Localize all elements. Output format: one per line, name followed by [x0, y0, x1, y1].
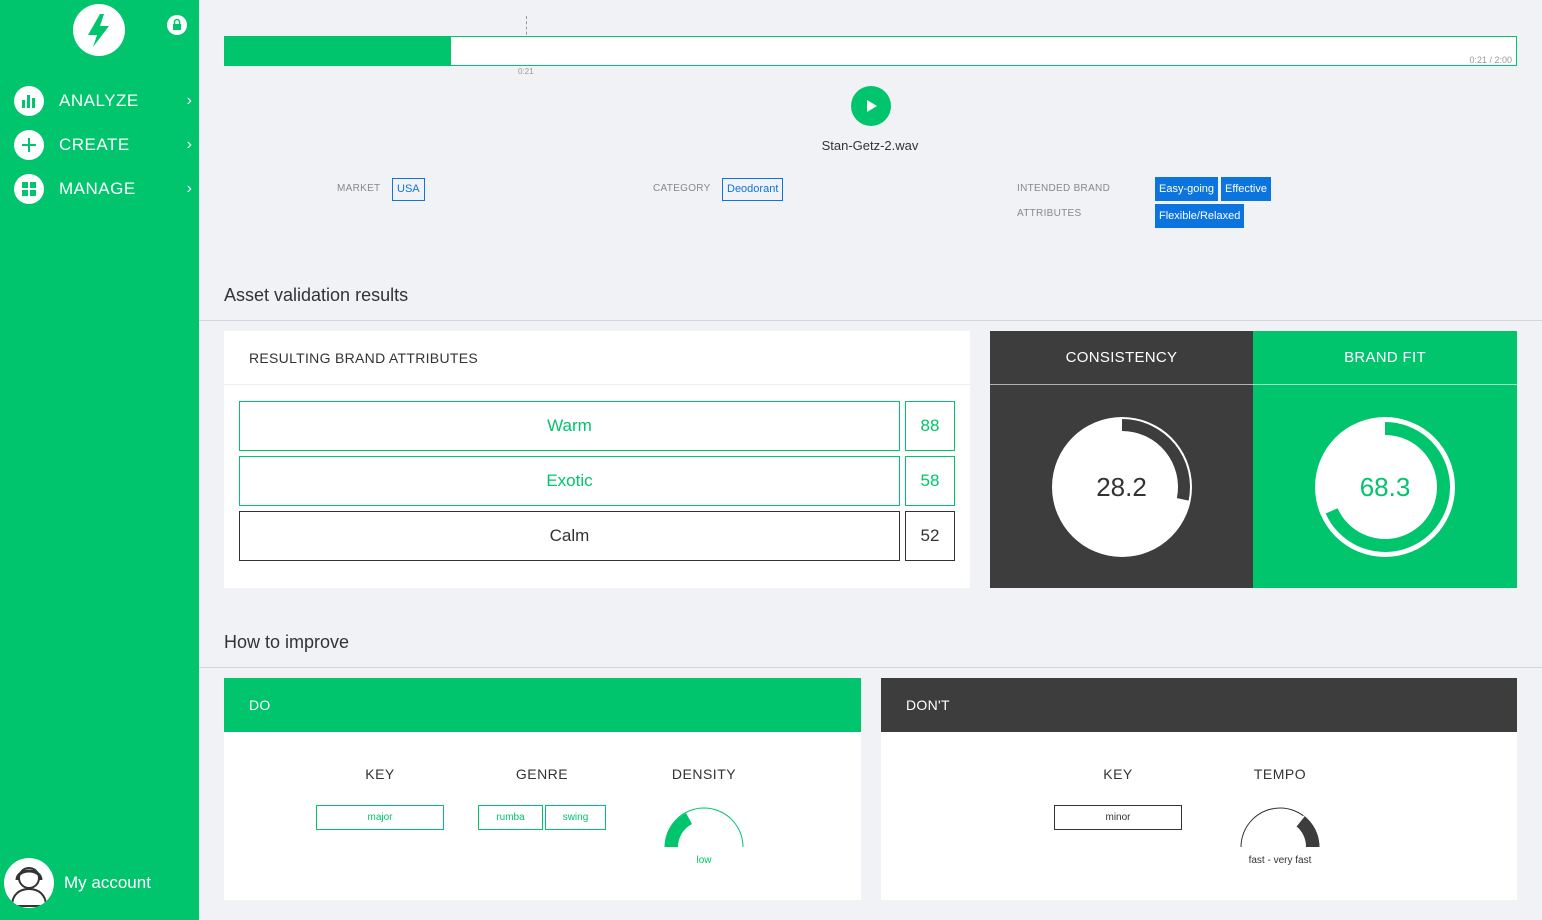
nav-label: CREATE: [59, 135, 130, 154]
attribute-row: Warm 88: [239, 401, 955, 451]
consistency-value: 28.2: [1096, 472, 1147, 502]
attribute-name[interactable]: Calm: [239, 511, 900, 561]
plus-icon: [14, 130, 44, 160]
card-title: RESULTING BRAND ATTRIBUTES: [224, 331, 970, 385]
category-label: CATEGORY: [653, 183, 711, 194]
do-title: DO: [224, 678, 861, 732]
do-genre-title: GENRE: [515, 766, 569, 782]
section-title-results: Asset validation results: [224, 285, 409, 305]
my-account-button[interactable]: My account: [4, 857, 194, 909]
tempo-dial: [1240, 807, 1320, 848]
density-dial: [664, 807, 744, 848]
logo-icon[interactable]: [73, 4, 125, 56]
nav-label: MANAGE: [59, 179, 136, 198]
play-button[interactable]: [851, 86, 891, 126]
chevron-right-icon: ›: [186, 92, 192, 109]
nav-item-analyze[interactable]: ANALYZE ›: [14, 85, 194, 117]
dont-tempo-title: TEMPO: [1253, 766, 1307, 782]
intended-attribute-tag[interactable]: Effective: [1221, 177, 1271, 201]
consistency-panel: CONSISTENCY 28.2: [990, 331, 1253, 588]
section-title-improve: How to improve: [224, 632, 350, 652]
nav-label: ANALYZE: [59, 91, 139, 110]
attribute-name[interactable]: Exotic: [239, 456, 900, 506]
category-tag[interactable]: Deodorant: [722, 178, 784, 201]
play-icon: [867, 100, 877, 112]
market-tag[interactable]: USA: [392, 178, 425, 201]
lock-icon[interactable]: [167, 15, 187, 35]
avatar: [4, 858, 54, 908]
intended-brand-label: INTENDED BRAND: [1017, 183, 1111, 194]
brand-fit-value: 68.3: [1359, 472, 1411, 502]
chevron-right-icon: ›: [186, 180, 192, 197]
divider: [199, 320, 1542, 321]
divider: [199, 667, 1542, 668]
do-card: DO KEY major GENRE rumba swing DENSITY l…: [224, 678, 861, 900]
dont-key-title: KEY: [1103, 766, 1133, 782]
playhead-time: 0:21: [518, 67, 534, 76]
file-name: Stan-Getz-2.wav: [821, 138, 919, 153]
density-value: low: [696, 855, 712, 866]
nav-item-create[interactable]: CREATE ›: [14, 129, 194, 161]
key-chip[interactable]: major: [316, 805, 444, 830]
attribute-name[interactable]: Warm: [239, 401, 900, 451]
bar-chart-icon: [14, 86, 44, 116]
grid-icon: [14, 174, 44, 204]
consistency-gauge: 28.2: [1051, 416, 1193, 558]
dont-card: DON'T KEY minor TEMPO fast - very fast: [881, 678, 1517, 900]
intended-attribute-tag[interactable]: Flexible/Relaxed: [1155, 204, 1245, 228]
genre-chip[interactable]: rumba: [478, 805, 543, 830]
consistency-title: CONSISTENCY: [990, 331, 1253, 385]
attribute-score: 58: [905, 456, 955, 506]
time-display: 0:21 / 2:00: [1469, 55, 1512, 65]
market-label: MARKET: [337, 183, 381, 194]
do-key-title: KEY: [365, 766, 395, 782]
brand-attributes-card: RESULTING BRAND ATTRIBUTES Warm 88 Exoti…: [224, 331, 970, 588]
attribute-row: Calm 52: [239, 511, 955, 561]
progress-fill: [225, 37, 451, 65]
brand-fit-gauge: 68.3: [1314, 416, 1456, 558]
tempo-value: fast - very fast: [1248, 855, 1312, 866]
nav-item-manage[interactable]: MANAGE ›: [14, 173, 194, 205]
attribute-score: 88: [905, 401, 955, 451]
intended-attributes-label: ATTRIBUTES: [1017, 208, 1082, 219]
genre-chip[interactable]: swing: [545, 805, 606, 830]
brand-fit-title: BRAND FIT: [1253, 331, 1517, 385]
account-label: My account: [64, 873, 151, 892]
key-chip[interactable]: minor: [1054, 805, 1182, 830]
audio-progress-bar[interactable]: 0:21 / 2:00: [224, 36, 1517, 66]
intended-attribute-tag[interactable]: Easy-going: [1155, 177, 1219, 201]
sidebar: ANALYZE › CREATE › MANAGE › My account: [0, 0, 199, 920]
attribute-score: 52: [905, 511, 955, 561]
brand-fit-panel: BRAND FIT 68.3: [1253, 331, 1517, 588]
dont-title: DON'T: [881, 678, 1517, 732]
do-density-title: DENSITY: [671, 766, 737, 782]
chevron-right-icon: ›: [186, 136, 192, 153]
attribute-row: Exotic 58: [239, 456, 955, 506]
